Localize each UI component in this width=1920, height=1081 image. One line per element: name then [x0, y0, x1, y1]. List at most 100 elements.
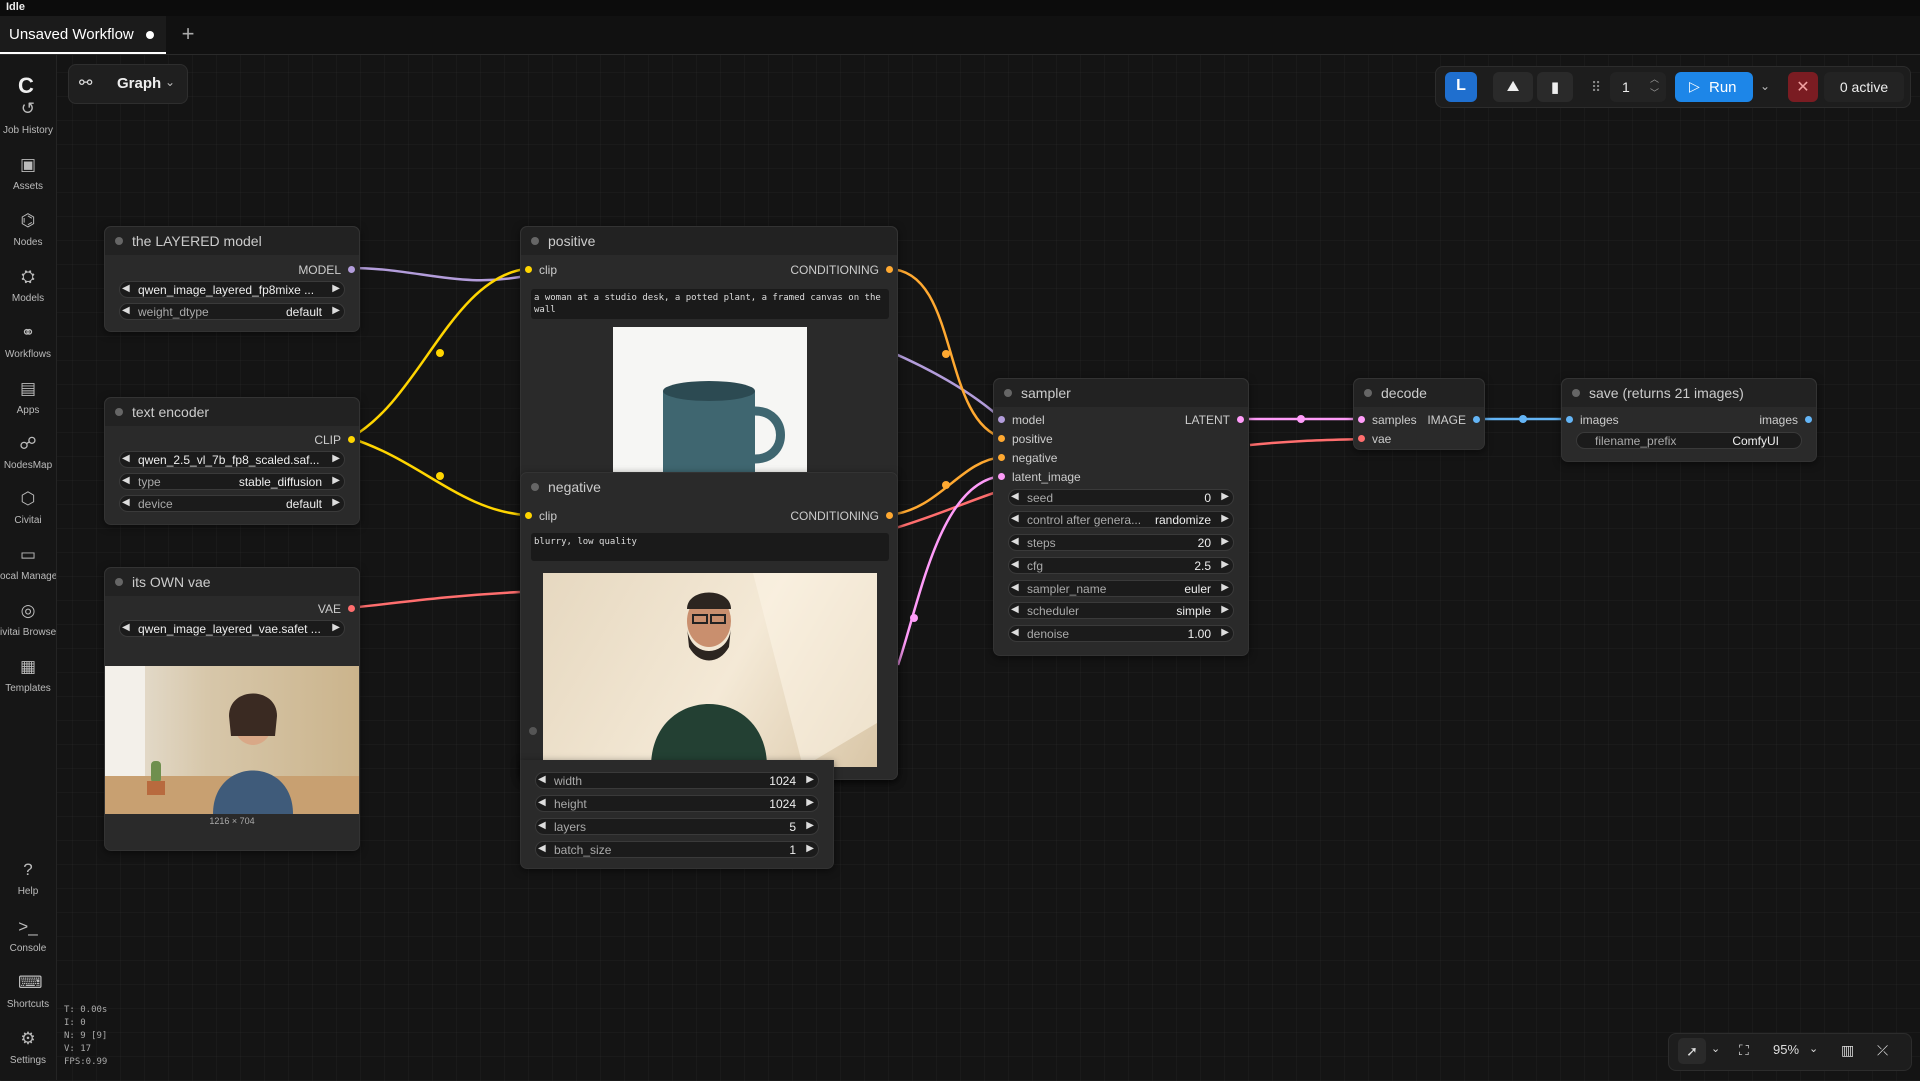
widget-value: 20 — [1197, 536, 1211, 550]
node-negative-prompt[interactable]: negative clip CONDITIONING blurry, low q… — [520, 472, 898, 780]
output-pin-icon[interactable] — [1237, 416, 1244, 423]
height-number[interactable]: ◀ height 1024 ▶ — [535, 795, 819, 812]
arrow-right-icon: ▶ — [332, 475, 340, 486]
denoise-number[interactable]: ◀ denoise 1.00 ▶ — [1008, 625, 1234, 642]
input-label: images — [1580, 413, 1619, 427]
collapse-dot-icon[interactable] — [1364, 389, 1372, 397]
output-image[interactable]: IMAGE — [1427, 413, 1484, 427]
node-title-bar[interactable]: save (returns 21 images) — [1562, 379, 1816, 407]
chevron-down-icon[interactable]: ⌄ — [1711, 1042, 1720, 1055]
output-conditioning[interactable]: CONDITIONING — [790, 263, 897, 277]
input-clip[interactable]: clip — [521, 263, 557, 277]
node-title-bar[interactable]: positive — [521, 227, 897, 255]
sampler-name-combo[interactable]: ◀ sampler_name euler ▶ — [1008, 580, 1234, 597]
node-title-bar[interactable]: negative — [521, 473, 897, 501]
input-pin-icon[interactable] — [998, 454, 1005, 461]
output-pin-icon[interactable] — [348, 436, 355, 443]
type-combo[interactable]: ◀ type stable_diffusion ▶ — [119, 473, 345, 490]
batch-size-number[interactable]: ◀ batch_size 1 ▶ — [535, 841, 819, 858]
device-combo[interactable]: ◀ device default ▶ — [119, 495, 345, 512]
output-pin-icon[interactable] — [886, 266, 893, 273]
minimap-icon[interactable]: ▥ — [1841, 1042, 1854, 1059]
arrow-right-icon: ▶ — [1221, 582, 1229, 593]
output-pin-icon[interactable] — [348, 605, 355, 612]
output-images[interactable]: images — [1759, 413, 1816, 427]
input-negative[interactable]: negative — [994, 451, 1057, 465]
output-pin-icon[interactable] — [348, 266, 355, 273]
node-sampler[interactable]: sampler model positive negative latent_i… — [993, 378, 1249, 656]
zoom-level[interactable]: 95% — [1773, 1042, 1799, 1057]
filename-prefix-input[interactable]: filename_prefix ComfyUI — [1576, 432, 1802, 449]
scheduler-combo[interactable]: ◀ scheduler simple ▶ — [1008, 602, 1234, 619]
clip-name-combo[interactable]: ◀ qwen_2.5_vl_7b_fp8_scaled.saf... ▶ — [119, 451, 345, 468]
width-number[interactable]: ◀ width 1024 ▶ — [535, 772, 819, 789]
control-after-generate-combo[interactable]: ◀ control after genera... randomize ▶ — [1008, 511, 1234, 528]
input-pin-icon[interactable] — [525, 266, 532, 273]
node-title: text encoder — [132, 404, 210, 420]
positive-prompt-textarea[interactable]: a woman at a studio desk, a potted plant… — [531, 289, 889, 319]
arrow-right-icon: ▶ — [806, 820, 814, 831]
link-midpoint — [910, 614, 918, 622]
weight-dtype-combo[interactable]: ◀ weight_dtype default ▶ — [119, 303, 345, 320]
toggle-links-icon[interactable]: ⤫ — [1877, 1042, 1888, 1059]
arrow-right-icon: ▶ — [332, 453, 340, 464]
input-positive[interactable]: positive — [994, 432, 1053, 446]
node-vae-loader[interactable]: its OWN vae VAE ◀ qwen_image_layered_vae… — [104, 567, 360, 851]
input-pin-icon[interactable] — [1358, 416, 1365, 423]
input-samples[interactable]: samples — [1354, 413, 1417, 427]
input-pin-icon[interactable] — [1358, 435, 1365, 442]
input-images[interactable]: images — [1562, 413, 1619, 427]
negative-prompt-textarea[interactable]: blurry, low quality — [531, 533, 889, 561]
node-title-bar[interactable]: sampler — [994, 379, 1248, 407]
link-vae-decode — [1249, 437, 1363, 447]
input-model[interactable]: model — [994, 413, 1045, 427]
input-latent-image[interactable]: latent_image — [994, 470, 1081, 484]
output-vae[interactable]: VAE — [318, 602, 359, 616]
node-text-encoder[interactable]: text encoder CLIP ◀ qwen_2.5_vl_7b_fp8_s… — [104, 397, 360, 525]
steps-number[interactable]: ◀ steps 20 ▶ — [1008, 534, 1234, 551]
input-pin-icon[interactable] — [1566, 416, 1573, 423]
output-clip[interactable]: CLIP — [314, 433, 359, 447]
output-latent[interactable]: LATENT — [1185, 413, 1248, 427]
arrow-left-icon: ◀ — [122, 497, 130, 508]
node-title-bar[interactable]: its OWN vae — [105, 568, 359, 596]
seed-number[interactable]: ◀ seed 0 ▶ — [1008, 489, 1234, 506]
node-empty-latent[interactable]: ◀ width 1024 ▶ ◀ height 1024 ▶ ◀ layers 5 ▶ ◀ batc… — [520, 760, 834, 869]
vae-name-combo[interactable]: ◀ qwen_image_layered_vae.safet ... ▶ — [119, 620, 345, 637]
output-model[interactable]: MODEL — [298, 263, 359, 277]
output-conditioning[interactable]: CONDITIONING — [790, 509, 897, 523]
node-title-bar[interactable]: text encoder — [105, 398, 359, 426]
collapse-dot-icon[interactable] — [115, 408, 123, 416]
node-title-bar[interactable]: the LAYERED model — [105, 227, 359, 255]
output-label: VAE — [317, 602, 341, 616]
cfg-number[interactable]: ◀ cfg 2.5 ▶ — [1008, 557, 1234, 574]
collapse-dot-icon[interactable] — [115, 578, 123, 586]
node-vae-decode[interactable]: decode samples vae IMAGE — [1353, 378, 1485, 450]
output-label: CLIP — [314, 433, 341, 447]
input-pin-icon[interactable] — [525, 512, 532, 519]
widget-value: randomize — [1154, 513, 1211, 527]
collapse-dot-icon[interactable] — [531, 483, 539, 491]
arrow-right-icon: ▶ — [806, 797, 814, 808]
input-pin-icon[interactable] — [998, 473, 1005, 480]
layers-number[interactable]: ◀ layers 5 ▶ — [535, 818, 819, 835]
collapse-dot-icon[interactable] — [115, 237, 123, 245]
node-model-loader[interactable]: the LAYERED model MODEL ◀ qwen_image_lay… — [104, 226, 360, 332]
node-save-image[interactable]: save (returns 21 images) images images f… — [1561, 378, 1817, 462]
node-title-bar[interactable]: decode — [1354, 379, 1484, 407]
woman-illustration — [105, 666, 359, 814]
collapse-dot-icon[interactable] — [1572, 389, 1580, 397]
chevron-down-icon[interactable]: ⌄ — [1809, 1042, 1818, 1055]
input-clip[interactable]: clip — [521, 509, 557, 523]
input-pin-icon[interactable] — [998, 416, 1005, 423]
input-vae[interactable]: vae — [1354, 432, 1391, 446]
collapse-dot-icon[interactable] — [1004, 389, 1012, 397]
select-tool-icon[interactable]: ➚ — [1678, 1038, 1706, 1064]
output-pin-icon[interactable] — [886, 512, 893, 519]
output-pin-icon[interactable] — [1473, 416, 1480, 423]
input-pin-icon[interactable] — [998, 435, 1005, 442]
unet-name-combo[interactable]: ◀ qwen_image_layered_fp8mixe ... ▶ — [119, 281, 345, 298]
fit-view-icon[interactable]: ⛶ — [1739, 1042, 1749, 1059]
collapse-dot-icon[interactable] — [531, 237, 539, 245]
output-pin-icon[interactable] — [1805, 416, 1812, 423]
